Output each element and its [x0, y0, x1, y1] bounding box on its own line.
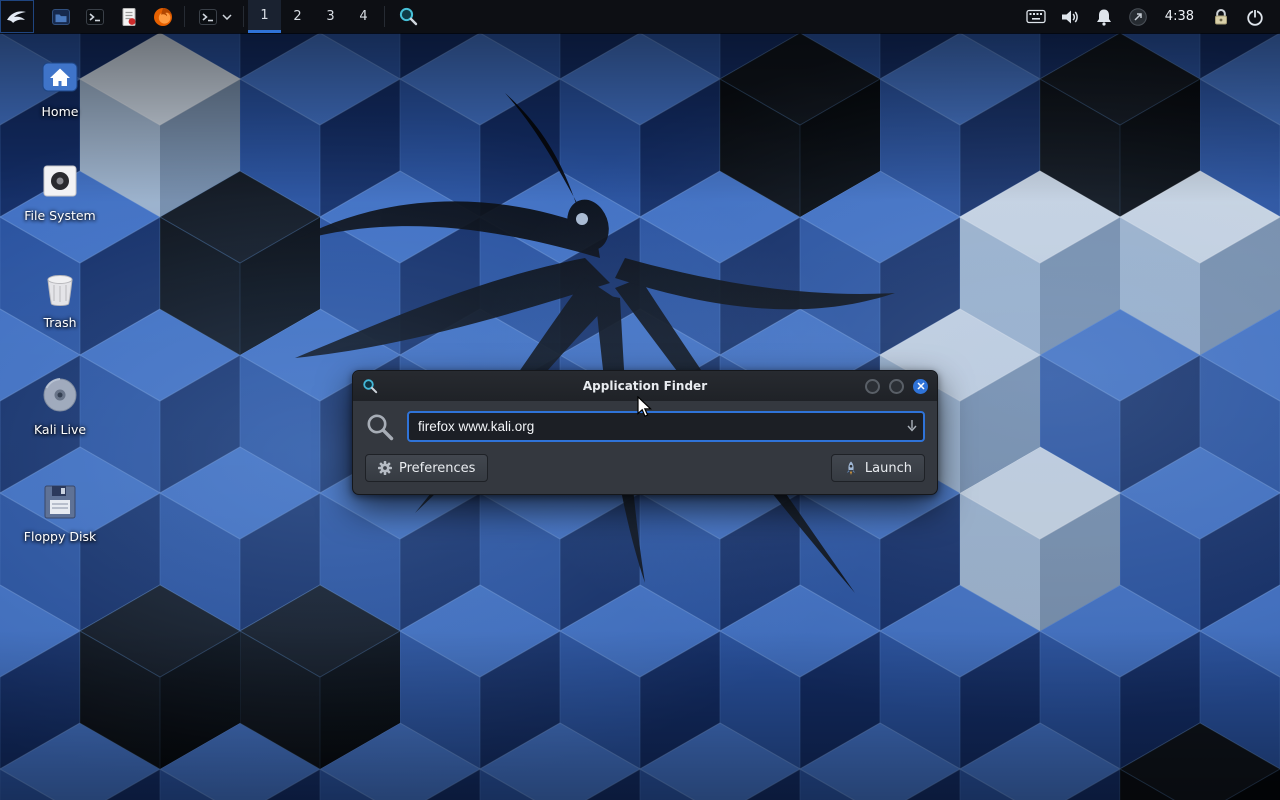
- panel-left-group: 1 2 3 4: [0, 0, 427, 33]
- notifications[interactable]: [1087, 0, 1121, 33]
- gear-icon: [378, 461, 392, 475]
- workspace-1[interactable]: 1: [248, 0, 281, 33]
- lock-keyring[interactable]: [1204, 0, 1238, 33]
- panel-separator: [243, 6, 244, 27]
- volume-control[interactable]: [1053, 0, 1087, 33]
- launch-label: Launch: [865, 461, 912, 476]
- close-icon: [917, 382, 925, 390]
- status-indicator[interactable]: [1121, 0, 1155, 33]
- launch-icon: [844, 461, 858, 476]
- text-editor-icon: [118, 6, 140, 28]
- text-editor-launcher[interactable]: [112, 0, 146, 33]
- terminal-launcher[interactable]: [78, 0, 112, 33]
- close-button[interactable]: [913, 379, 928, 394]
- entry-dropdown-icon[interactable]: [906, 419, 918, 433]
- lock-icon: [1211, 7, 1231, 27]
- search-icon: [365, 412, 395, 442]
- floppy-icon: [38, 480, 82, 524]
- taskbar-application-finder[interactable]: [389, 0, 427, 33]
- window-title: Application Finder: [353, 379, 937, 393]
- firefox-launcher[interactable]: [146, 0, 180, 33]
- preferences-label: Preferences: [399, 461, 475, 476]
- logout-power[interactable]: [1238, 0, 1272, 33]
- desktop-icon-floppy-disk[interactable]: Floppy Disk: [8, 480, 112, 544]
- workspace-2[interactable]: 2: [281, 0, 314, 33]
- application-finder-window: Application Finder: [352, 370, 938, 495]
- panel-separator: [184, 6, 185, 27]
- status-circle-icon: [1128, 7, 1148, 27]
- volume-icon: [1060, 7, 1080, 27]
- power-icon: [1245, 7, 1265, 27]
- file-manager-icon: [50, 6, 72, 28]
- terminal-icon: [197, 6, 219, 28]
- trash-icon: [38, 266, 82, 310]
- minimize-button[interactable]: [865, 379, 880, 394]
- panel-separator: [384, 6, 385, 27]
- desktop-icon-label: File System: [24, 208, 96, 223]
- workspace-4[interactable]: 4: [347, 0, 380, 33]
- drive-icon: [38, 159, 82, 203]
- desktop-icon-label: Home: [42, 104, 79, 119]
- chevron-down-icon: [222, 14, 232, 20]
- keyboard-icon: [1026, 9, 1046, 24]
- search-entry-wrap: [407, 411, 925, 442]
- mouse-cursor: [636, 396, 656, 418]
- terminal-dropdown-launcher[interactable]: [189, 0, 239, 33]
- keyboard-indicator[interactable]: [1019, 0, 1053, 33]
- desktop-icon-label: Kali Live: [34, 422, 86, 437]
- firefox-icon: [152, 6, 174, 28]
- home-icon: [38, 55, 82, 99]
- top-panel: 1 2 3 4: [0, 0, 1280, 33]
- file-manager-launcher[interactable]: [44, 0, 78, 33]
- desktop-icon-trash[interactable]: Trash: [8, 266, 112, 330]
- terminal-icon: [84, 6, 106, 28]
- workspace-switcher: 1 2 3 4: [248, 0, 380, 33]
- application-finder-icon: [362, 378, 378, 394]
- panel-tray-group: 4:38: [1019, 0, 1280, 33]
- bell-icon: [1094, 7, 1114, 27]
- launch-button[interactable]: Launch: [831, 454, 925, 482]
- optical-disc-icon: [38, 373, 82, 417]
- desktop-icon-label: Trash: [43, 315, 76, 330]
- workspace-3[interactable]: 3: [314, 0, 347, 33]
- kali-logo-icon: [4, 4, 30, 30]
- maximize-button[interactable]: [889, 379, 904, 394]
- application-finder-icon: [398, 6, 419, 27]
- window-controls: [865, 379, 928, 394]
- panel-clock[interactable]: 4:38: [1165, 9, 1194, 24]
- search-input[interactable]: [407, 411, 925, 442]
- applications-menu-button[interactable]: [0, 0, 34, 33]
- desktop-icon-file-system[interactable]: File System: [8, 159, 112, 223]
- desktop-icon-kali-live[interactable]: Kali Live: [8, 373, 112, 437]
- preferences-button[interactable]: Preferences: [365, 454, 488, 482]
- desktop-icon-home[interactable]: Home: [8, 55, 112, 119]
- desktop-icon-label: Floppy Disk: [24, 529, 96, 544]
